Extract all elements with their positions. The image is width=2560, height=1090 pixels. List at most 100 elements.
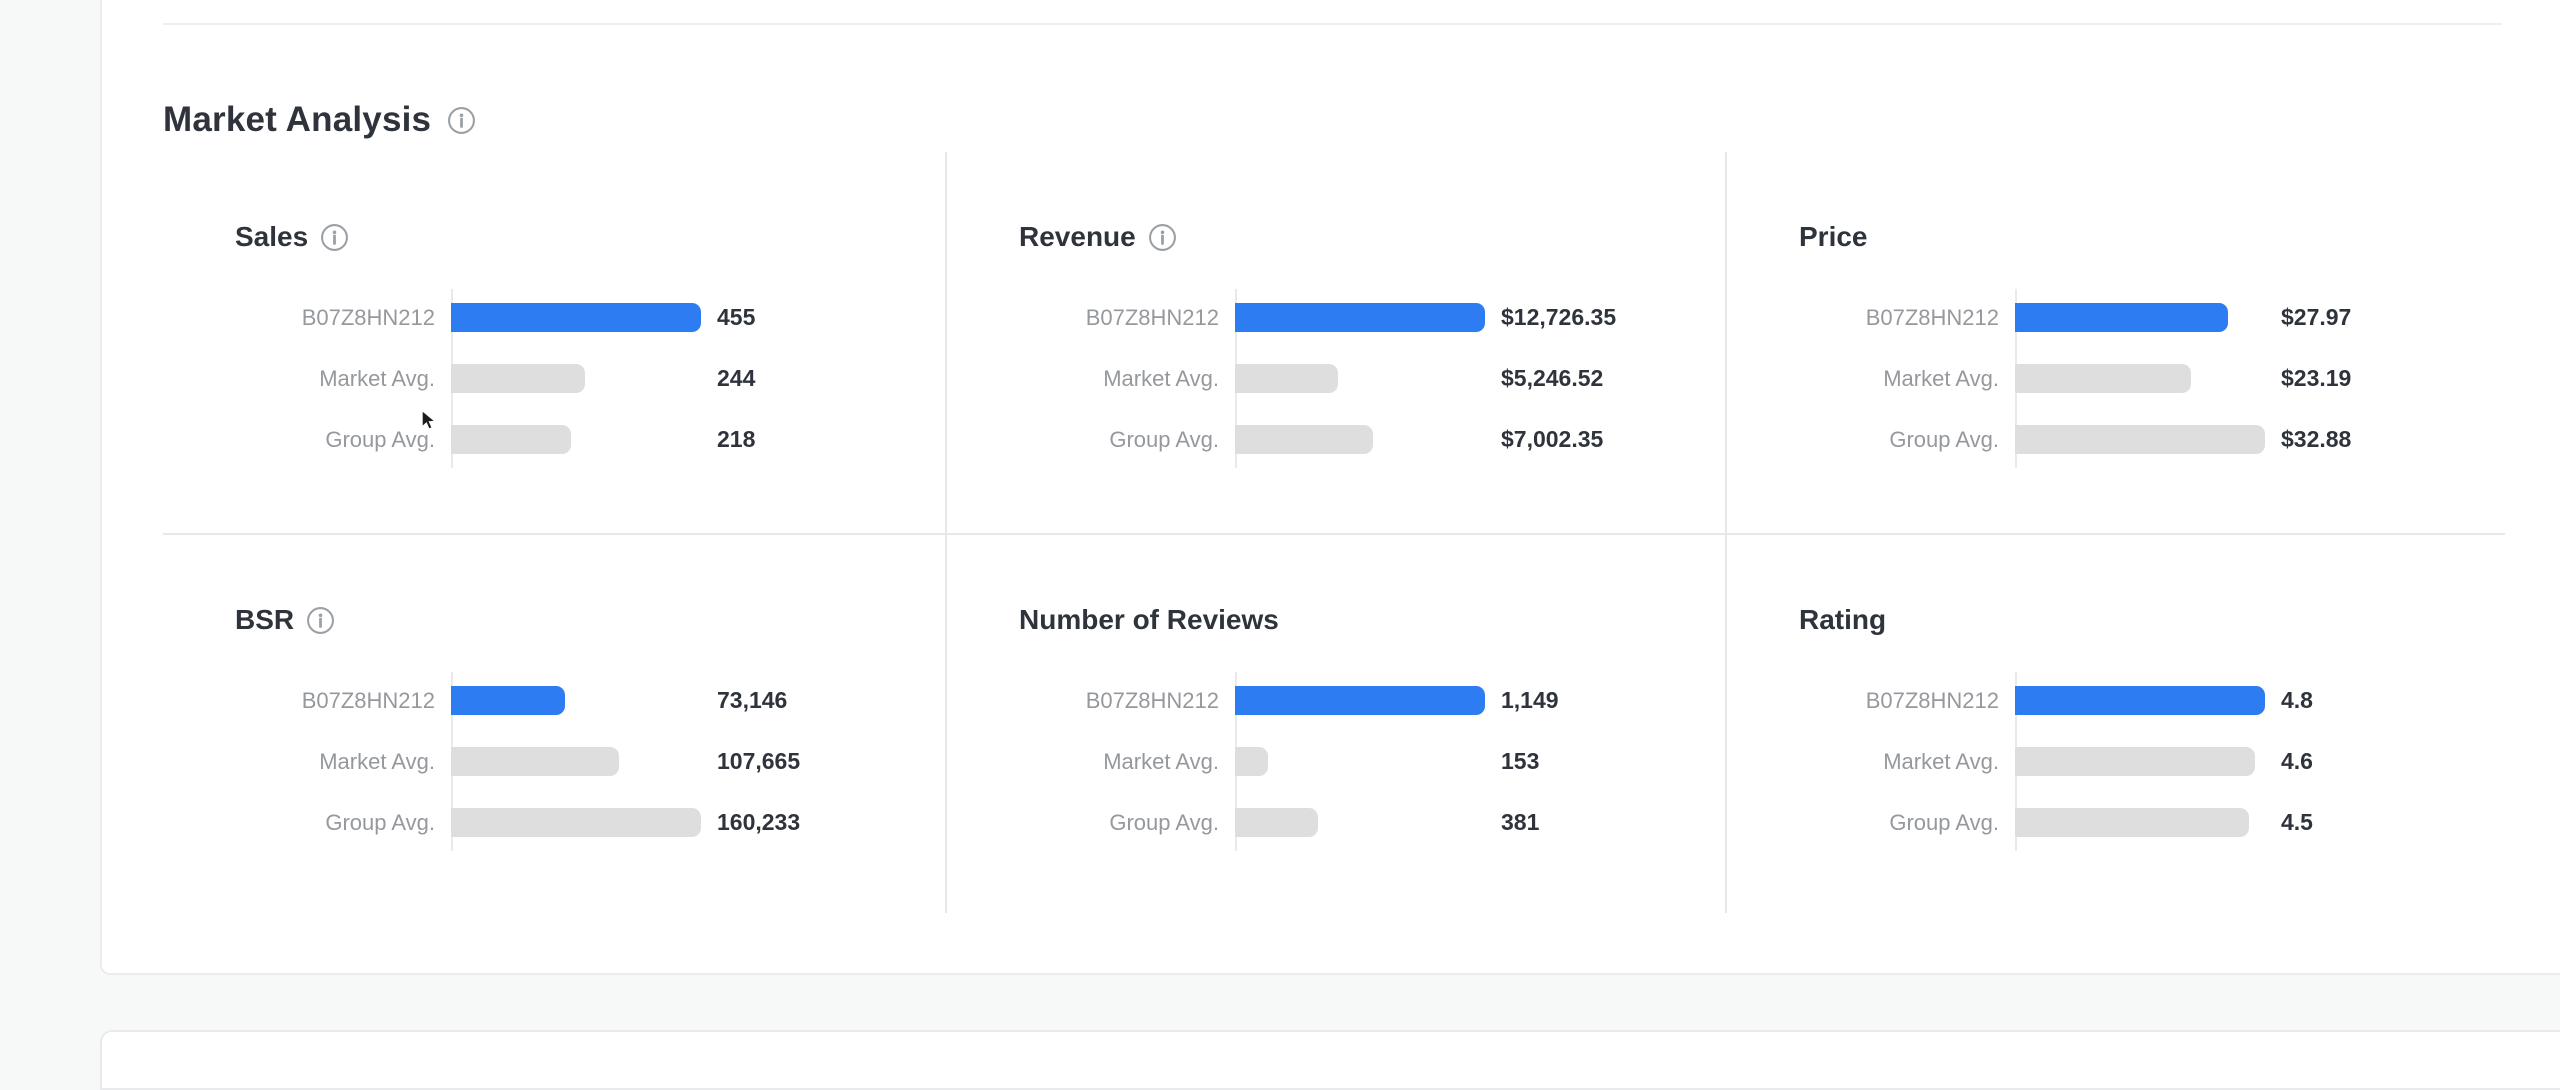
bar-row: Market Avg. 4.6 xyxy=(1799,747,2313,776)
chart-title: Sales xyxy=(235,221,308,253)
bar xyxy=(1235,303,1485,332)
bar xyxy=(1235,808,1318,837)
metric-chart: Sales B07Z8HN212 455 Market Avg. xyxy=(163,152,945,533)
bar-label: Market Avg. xyxy=(235,749,435,775)
bar xyxy=(451,303,701,332)
bar-track xyxy=(2015,364,2265,393)
bar xyxy=(451,364,585,393)
chart-title: BSR xyxy=(235,604,294,636)
bar-label: B07Z8HN212 xyxy=(1019,305,1219,331)
bar xyxy=(451,747,619,776)
bar xyxy=(2015,364,2191,393)
bar-row: Group Avg. $7,002.35 xyxy=(1019,425,1616,454)
bar-value: 218 xyxy=(717,426,755,453)
bar-row: B07Z8HN212 1,149 xyxy=(1019,686,1559,715)
bar xyxy=(2015,747,2255,776)
bar-track xyxy=(1235,747,1485,776)
bar xyxy=(2015,808,2249,837)
bar xyxy=(2015,686,2265,715)
chart-info-icon[interactable] xyxy=(1148,223,1177,252)
chart-rows: B07Z8HN212 $27.97 Market Avg. $23.19 Gro… xyxy=(1799,303,2351,454)
chart-header: Sales xyxy=(235,218,945,256)
market-analysis-grid: Sales B07Z8HN212 455 Market Avg. xyxy=(163,152,2505,913)
page-title: Market Analysis xyxy=(163,100,431,140)
chart-title: Revenue xyxy=(1019,221,1136,253)
section-heading: Market Analysis xyxy=(163,100,476,140)
chart-header: Number of Reviews xyxy=(1019,601,1725,639)
bar-value: 455 xyxy=(717,304,755,331)
bar-value: 153 xyxy=(1501,748,1539,775)
bar-row: B07Z8HN212 455 xyxy=(235,303,755,332)
bar xyxy=(451,808,701,837)
bar-track xyxy=(1235,686,1485,715)
bar-value: 107,665 xyxy=(717,748,800,775)
bar-value: 4.6 xyxy=(2281,748,2313,775)
bar-track xyxy=(2015,747,2265,776)
chart-info-icon[interactable] xyxy=(320,223,349,252)
section-divider xyxy=(163,23,2502,25)
bar-track xyxy=(1235,808,1485,837)
bar-value: $23.19 xyxy=(2281,365,2351,392)
metric-chart: BSR B07Z8HN212 73,146 Market Avg. xyxy=(163,533,945,913)
metric-chart: Rating B07Z8HN212 4.8 Market Avg. 4.6 Gr… xyxy=(1725,533,2505,913)
bar-track xyxy=(451,364,701,393)
bar xyxy=(1235,364,1338,393)
bar-label: Group Avg. xyxy=(1799,427,1999,453)
next-section-card xyxy=(100,1030,2560,1090)
bar-row: Group Avg. 381 xyxy=(1019,808,1559,837)
bar-value: $7,002.35 xyxy=(1501,426,1603,453)
info-icon[interactable] xyxy=(447,106,476,135)
bar-track xyxy=(451,686,701,715)
bar-label: Group Avg. xyxy=(1019,810,1219,836)
bar-label: Market Avg. xyxy=(1019,366,1219,392)
bar-row: B07Z8HN212 4.8 xyxy=(1799,686,2313,715)
bar-row: B07Z8HN212 $12,726.35 xyxy=(1019,303,1616,332)
chart-title: Price xyxy=(1799,221,1868,253)
bar-label: B07Z8HN212 xyxy=(1799,305,1999,331)
bar-value: 381 xyxy=(1501,809,1539,836)
chart-rows: B07Z8HN212 $12,726.35 Market Avg. $5,246… xyxy=(1019,303,1616,454)
bar-track xyxy=(451,808,701,837)
bar-label: Group Avg. xyxy=(1019,427,1219,453)
bar-track xyxy=(1235,303,1485,332)
chart-header: Rating xyxy=(1799,601,2505,639)
bar-value: 4.5 xyxy=(2281,809,2313,836)
bar-value: $32.88 xyxy=(2281,426,2351,453)
bar-value: 1,149 xyxy=(1501,687,1559,714)
bar-label: Market Avg. xyxy=(1019,749,1219,775)
bar-row: B07Z8HN212 73,146 xyxy=(235,686,800,715)
bar-row: Market Avg. 107,665 xyxy=(235,747,800,776)
bar-label: Group Avg. xyxy=(1799,810,1999,836)
bar-track xyxy=(451,747,701,776)
metric-chart: Price B07Z8HN212 $27.97 Market Avg. $23.… xyxy=(1725,152,2505,533)
bar-row: Market Avg. $5,246.52 xyxy=(1019,364,1616,393)
metric-chart: Number of Reviews B07Z8HN212 1,149 Marke… xyxy=(945,533,1725,913)
bar xyxy=(451,686,565,715)
bar-track xyxy=(1235,364,1485,393)
chart-rows: B07Z8HN212 4.8 Market Avg. 4.6 Group Avg… xyxy=(1799,686,2313,837)
chart-header: Price xyxy=(1799,218,2505,256)
bar-row: Group Avg. $32.88 xyxy=(1799,425,2351,454)
bar-row: Group Avg. 218 xyxy=(235,425,755,454)
bar-value: 73,146 xyxy=(717,687,787,714)
bar-row: Market Avg. 153 xyxy=(1019,747,1559,776)
bar-value: $5,246.52 xyxy=(1501,365,1603,392)
bar-row: Group Avg. 160,233 xyxy=(235,808,800,837)
metric-chart: Revenue B07Z8HN212 $12,726.35 Market Avg… xyxy=(945,152,1725,533)
chart-info-icon[interactable] xyxy=(306,606,335,635)
bar-value: 4.8 xyxy=(2281,687,2313,714)
bar-track xyxy=(451,303,701,332)
mouse-cursor xyxy=(421,410,442,433)
bar-track xyxy=(2015,303,2265,332)
bar xyxy=(1235,686,1485,715)
bar-row: B07Z8HN212 $27.97 xyxy=(1799,303,2351,332)
chart-title: Number of Reviews xyxy=(1019,604,1279,636)
bar-track xyxy=(2015,425,2265,454)
bar-label: Market Avg. xyxy=(1799,749,1999,775)
bar-row: Market Avg. 244 xyxy=(235,364,755,393)
bar-value: $27.97 xyxy=(2281,304,2351,331)
bar-value: 244 xyxy=(717,365,755,392)
bar-label: Group Avg. xyxy=(235,427,435,453)
bar-row: Group Avg. 4.5 xyxy=(1799,808,2313,837)
bar xyxy=(1235,425,1373,454)
